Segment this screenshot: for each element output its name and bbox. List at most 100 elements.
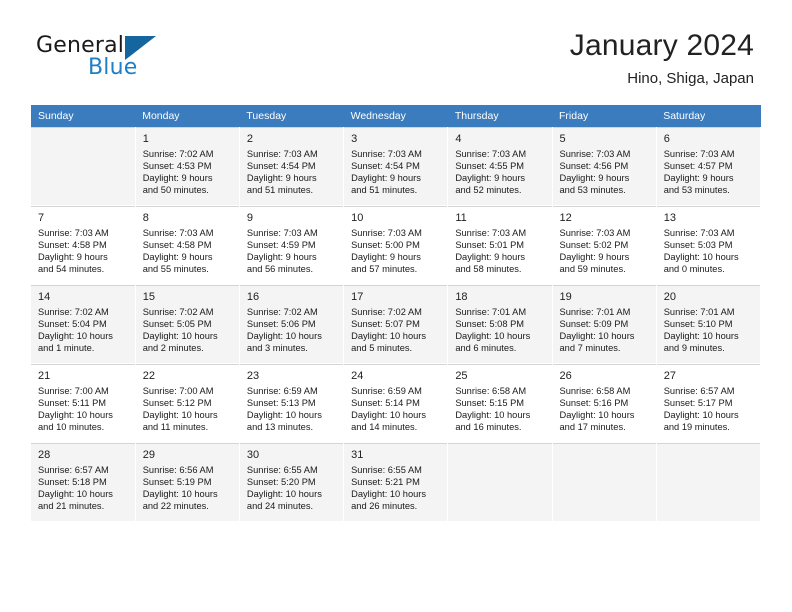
calendar-day-cell[interactable]: 21 Sunrise: 7:00 AM Sunset: 5:11 PM Dayli… xyxy=(31,363,136,443)
calendar-day-cell[interactable]: 13 Sunrise: 7:03 AM Sunset: 5:03 PM Dayli… xyxy=(656,205,762,285)
calendar-day-cell[interactable]: 1 Sunrise: 7:02 AM Sunset: 4:53 PM Daylig… xyxy=(135,127,240,206)
calendar-day-cell[interactable]: 15 Sunrise: 7:02 AM Sunset: 5:05 PM Dayli… xyxy=(135,284,240,364)
weekday-header-wednesday: Wednesday xyxy=(343,105,448,127)
page-subtitle: Hino, Shiga, Japan xyxy=(627,70,754,87)
day-number xyxy=(448,444,551,450)
day-number: 29 xyxy=(142,449,155,461)
day-number: 3 xyxy=(351,133,358,145)
day-sun-details: Sunrise: 6:58 AM Sunset: 5:15 PM Dayligh… xyxy=(455,386,531,433)
day-sun-details: Sunrise: 7:03 AM Sunset: 4:59 PM Dayligh… xyxy=(246,228,318,275)
day-cell-content: 14 Sunrise: 7:02 AM Sunset: 5:04 PM Dayli… xyxy=(31,285,135,363)
calendar-day-cell[interactable]: 17 Sunrise: 7:02 AM Sunset: 5:07 PM Dayli… xyxy=(343,284,449,364)
day-number: 26 xyxy=(559,370,572,382)
day-cell-content: 9 Sunrise: 7:03 AM Sunset: 4:59 PM Daylig… xyxy=(239,206,344,284)
weekday-header-monday: Monday xyxy=(135,105,240,127)
weekday-header-saturday: Saturday xyxy=(656,105,761,127)
calendar-day-cell[interactable]: 28 Sunrise: 6:57 AM Sunset: 5:18 PM Dayli… xyxy=(31,442,136,522)
calendar-day-cell[interactable]: 25 Sunrise: 6:58 AM Sunset: 5:15 PM Dayli… xyxy=(447,363,553,443)
day-number: 17 xyxy=(351,291,364,303)
calendar-day-cell[interactable]: 6 Sunrise: 7:03 AM Sunset: 4:57 PM Daylig… xyxy=(656,127,762,206)
day-number: 11 xyxy=(455,212,467,224)
day-cell-content xyxy=(552,443,656,521)
day-cell-content: 22 Sunrise: 7:00 AM Sunset: 5:12 PM Dayli… xyxy=(135,364,239,442)
day-sun-details: Sunrise: 7:03 AM Sunset: 4:56 PM Dayligh… xyxy=(559,149,631,196)
day-sun-details: Sunrise: 7:01 AM Sunset: 5:08 PM Dayligh… xyxy=(455,307,531,354)
day-cell-content: 30 Sunrise: 6:55 AM Sunset: 5:20 PM Dayli… xyxy=(239,443,344,521)
calendar-day-cell[interactable]: 22 Sunrise: 7:00 AM Sunset: 5:12 PM Dayli… xyxy=(135,363,240,443)
calendar-cell-empty xyxy=(552,442,657,522)
day-cell-content: 12 Sunrise: 7:03 AM Sunset: 5:02 PM Dayli… xyxy=(552,206,656,284)
calendar-day-cell[interactable]: 16 Sunrise: 7:02 AM Sunset: 5:06 PM Dayli… xyxy=(239,284,345,364)
calendar-day-cell[interactable]: 3 Sunrise: 7:03 AM Sunset: 4:54 PM Daylig… xyxy=(343,127,449,206)
calendar-day-cell[interactable]: 20 Sunrise: 7:01 AM Sunset: 5:10 PM Dayli… xyxy=(656,284,762,364)
day-number: 13 xyxy=(663,212,676,224)
calendar-cell-empty xyxy=(656,442,762,522)
day-sun-details: Sunrise: 7:00 AM Sunset: 5:11 PM Dayligh… xyxy=(38,386,113,433)
calendar-day-cell[interactable]: 9 Sunrise: 7:03 AM Sunset: 4:59 PM Daylig… xyxy=(239,205,345,285)
calendar-day-cell[interactable]: 12 Sunrise: 7:03 AM Sunset: 5:02 PM Dayli… xyxy=(552,205,657,285)
day-cell-content: 26 Sunrise: 6:58 AM Sunset: 5:16 PM Dayli… xyxy=(552,364,656,442)
calendar-table: Sunday Monday Tuesday Wednesday Thursday… xyxy=(31,105,762,522)
calendar-day-cell[interactable]: 18 Sunrise: 7:01 AM Sunset: 5:08 PM Dayli… xyxy=(447,284,553,364)
day-cell-content: 28 Sunrise: 6:57 AM Sunset: 5:18 PM Dayli… xyxy=(31,443,135,521)
day-cell-content: 31 Sunrise: 6:55 AM Sunset: 5:21 PM Dayli… xyxy=(344,443,448,521)
day-number: 12 xyxy=(559,212,572,224)
day-sun-details: Sunrise: 7:03 AM Sunset: 5:01 PM Dayligh… xyxy=(455,228,527,275)
calendar-day-cell[interactable]: 2 Sunrise: 7:03 AM Sunset: 4:54 PM Daylig… xyxy=(239,127,345,206)
day-number: 5 xyxy=(559,133,566,145)
day-cell-content: 17 Sunrise: 7:02 AM Sunset: 5:07 PM Dayli… xyxy=(344,285,448,363)
day-cell-content xyxy=(31,127,135,205)
weekday-header-sunday: Sunday xyxy=(31,105,136,127)
calendar-day-cell[interactable]: 30 Sunrise: 6:55 AM Sunset: 5:20 PM Dayli… xyxy=(239,442,345,522)
day-number xyxy=(657,444,760,450)
calendar-week-row: 28 Sunrise: 6:57 AM Sunset: 5:18 PM Dayli… xyxy=(31,442,762,522)
calendar-day-cell[interactable]: 14 Sunrise: 7:02 AM Sunset: 5:04 PM Dayli… xyxy=(31,284,136,364)
day-cell-content: 23 Sunrise: 6:59 AM Sunset: 5:13 PM Dayli… xyxy=(239,364,344,442)
calendar-day-cell[interactable]: 24 Sunrise: 6:59 AM Sunset: 5:14 PM Dayli… xyxy=(343,363,449,443)
calendar-day-cell[interactable]: 27 Sunrise: 6:57 AM Sunset: 5:17 PM Dayli… xyxy=(656,363,762,443)
calendar-day-cell[interactable]: 26 Sunrise: 6:58 AM Sunset: 5:16 PM Dayli… xyxy=(552,363,657,443)
day-number: 1 xyxy=(142,133,149,145)
day-number: 27 xyxy=(663,370,676,382)
day-number xyxy=(31,128,135,134)
day-number: 19 xyxy=(559,291,572,303)
day-sun-details: Sunrise: 7:03 AM Sunset: 4:54 PM Dayligh… xyxy=(246,149,318,196)
calendar-cell-empty xyxy=(31,127,136,206)
brand-logo[interactable]: General Blue xyxy=(36,33,236,89)
day-cell-content: 24 Sunrise: 6:59 AM Sunset: 5:14 PM Dayli… xyxy=(344,364,448,442)
day-cell-content: 3 Sunrise: 7:03 AM Sunset: 4:54 PM Daylig… xyxy=(344,127,448,205)
day-number: 23 xyxy=(246,370,260,382)
calendar-day-cell[interactable]: 8 Sunrise: 7:03 AM Sunset: 4:58 PM Daylig… xyxy=(135,205,240,285)
weekday-header-thursday: Thursday xyxy=(447,105,553,127)
day-sun-details: Sunrise: 6:56 AM Sunset: 5:19 PM Dayligh… xyxy=(142,465,218,512)
day-cell-content: 1 Sunrise: 7:02 AM Sunset: 4:53 PM Daylig… xyxy=(135,127,239,205)
day-sun-details: Sunrise: 7:00 AM Sunset: 5:12 PM Dayligh… xyxy=(142,386,218,433)
title-block: January 2024 Hino, Shiga, Japan xyxy=(570,28,754,90)
day-number: 31 xyxy=(351,449,364,461)
day-sun-details: Sunrise: 7:03 AM Sunset: 5:03 PM Dayligh… xyxy=(663,228,739,275)
day-number: 30 xyxy=(246,449,260,461)
calendar-week-row: 14 Sunrise: 7:02 AM Sunset: 5:04 PM Dayli… xyxy=(31,284,762,364)
day-cell-content xyxy=(448,443,552,521)
calendar-day-cell[interactable]: 31 Sunrise: 6:55 AM Sunset: 5:21 PM Dayli… xyxy=(343,442,449,522)
day-sun-details: Sunrise: 7:02 AM Sunset: 5:05 PM Dayligh… xyxy=(142,307,218,354)
day-cell-content: 6 Sunrise: 7:03 AM Sunset: 4:57 PM Daylig… xyxy=(656,127,760,205)
weekday-header-tuesday: Tuesday xyxy=(239,105,344,127)
day-number: 8 xyxy=(142,212,149,224)
calendar-day-cell[interactable]: 7 Sunrise: 7:03 AM Sunset: 4:58 PM Daylig… xyxy=(31,205,136,285)
calendar-day-cell[interactable]: 10 Sunrise: 7:03 AM Sunset: 5:00 PM Dayli… xyxy=(343,205,449,285)
calendar-day-cell[interactable]: 4 Sunrise: 7:03 AM Sunset: 4:55 PM Daylig… xyxy=(447,127,553,206)
page-header: General Blue January 2024 Hino, Shiga, J… xyxy=(0,0,792,100)
calendar-day-cell[interactable]: 29 Sunrise: 6:56 AM Sunset: 5:19 PM Dayli… xyxy=(135,442,240,522)
day-number: 22 xyxy=(142,370,155,382)
calendar-day-cell[interactable]: 19 Sunrise: 7:01 AM Sunset: 5:09 PM Dayli… xyxy=(552,284,657,364)
day-number: 4 xyxy=(455,133,462,145)
day-cell-content: 10 Sunrise: 7:03 AM Sunset: 5:00 PM Dayli… xyxy=(344,206,448,284)
calendar-day-cell[interactable]: 23 Sunrise: 6:59 AM Sunset: 5:13 PM Dayli… xyxy=(239,363,345,443)
day-cell-content: 2 Sunrise: 7:03 AM Sunset: 4:54 PM Daylig… xyxy=(239,127,344,205)
day-sun-details: Sunrise: 6:57 AM Sunset: 5:18 PM Dayligh… xyxy=(38,465,113,512)
day-cell-content: 15 Sunrise: 7:02 AM Sunset: 5:05 PM Dayli… xyxy=(135,285,239,363)
calendar-day-cell[interactable]: 11 Sunrise: 7:03 AM Sunset: 5:01 PM Dayli… xyxy=(447,205,553,285)
calendar-week-row: 21 Sunrise: 7:00 AM Sunset: 5:11 PM Dayli… xyxy=(31,363,762,443)
calendar-day-cell[interactable]: 5 Sunrise: 7:03 AM Sunset: 4:56 PM Daylig… xyxy=(552,127,657,206)
